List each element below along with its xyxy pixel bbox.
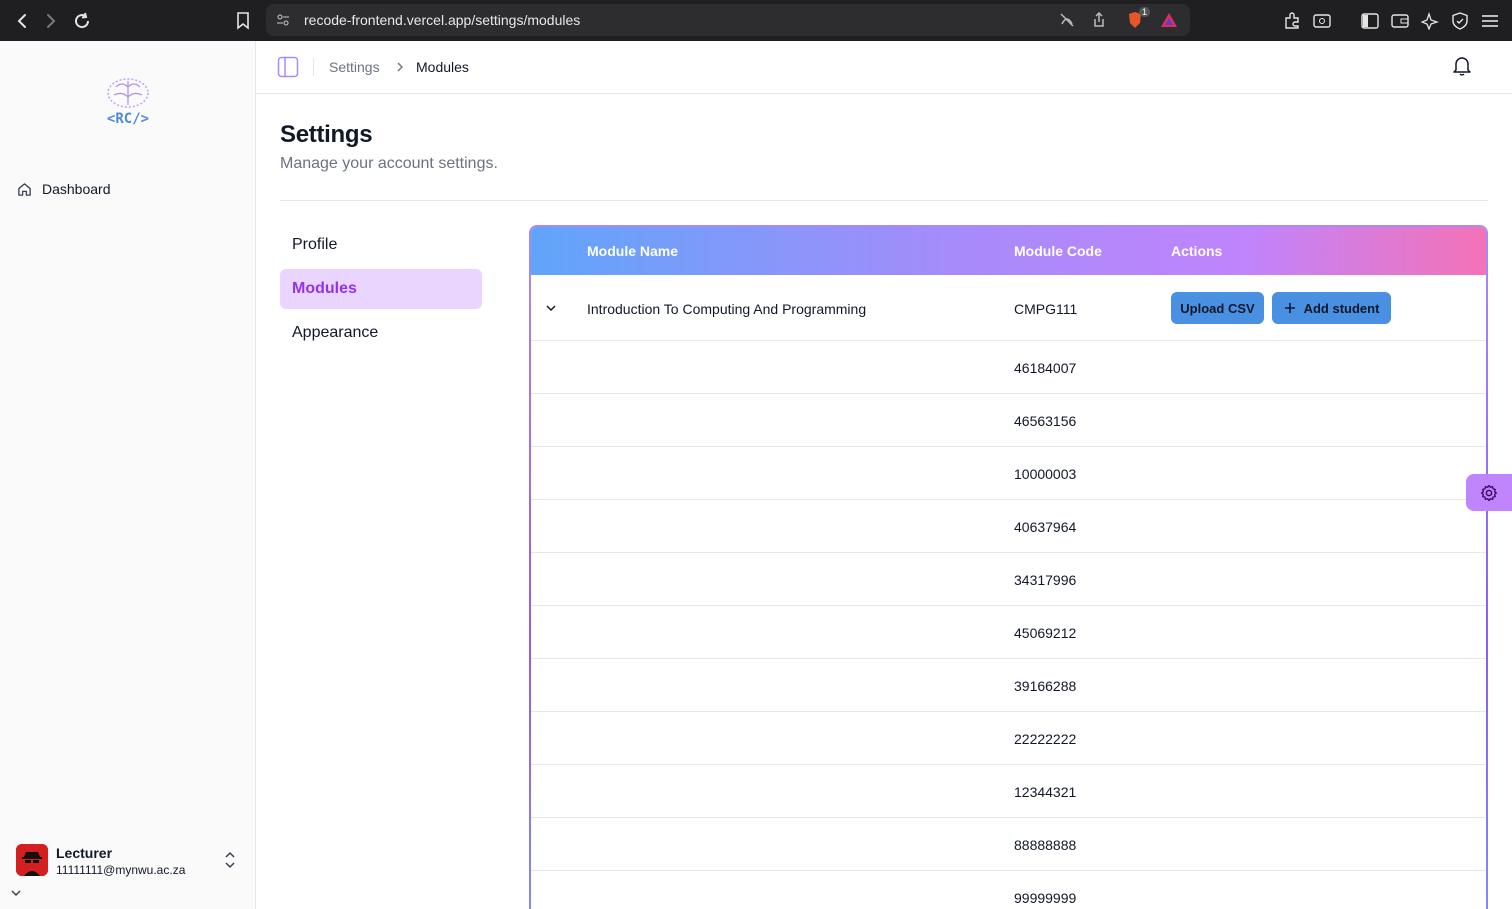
student-number: 88888888 — [1014, 837, 1077, 853]
student-row: 88888888 — [531, 818, 1486, 871]
back-icon[interactable] — [11, 10, 33, 32]
avatar — [16, 844, 48, 876]
student-number: 99999999 — [1014, 890, 1077, 906]
student-row: 12344321 — [531, 765, 1486, 818]
app-header: Settings Modules — [256, 41, 1512, 94]
student-number: 45069212 — [1014, 625, 1077, 641]
leo-ai-icon[interactable] — [1419, 10, 1441, 32]
breadcrumb-settings[interactable]: Settings — [329, 59, 380, 75]
student-number: 10000003 — [1014, 466, 1077, 482]
wallet-icon[interactable] — [1389, 10, 1411, 32]
bookmark-icon[interactable] — [232, 10, 254, 32]
student-row: 22222222 — [531, 712, 1486, 765]
modules-table: Module Name Module Code Actions Introduc… — [529, 225, 1488, 909]
app-logo[interactable]: <RC/> — [96, 77, 160, 129]
student-row: 99999999 — [531, 871, 1486, 909]
browser-toolbar: recode-frontend.vercel.app/settings/modu… — [0, 0, 1512, 41]
reload-icon[interactable] — [71, 10, 93, 32]
student-number: 40637964 — [1014, 519, 1077, 535]
chevron-down-icon[interactable] — [9, 886, 23, 900]
add-student-label: Add student — [1303, 300, 1380, 316]
shields-badge: 1 — [1139, 7, 1151, 17]
user-email: 11111111@mynwu.ac.za — [56, 863, 186, 877]
page-title: Settings — [280, 121, 373, 148]
bell-icon[interactable] — [1451, 54, 1473, 76]
reader-mode-icon[interactable] — [1058, 11, 1076, 29]
upload-csv-label: Upload CSV — [1180, 300, 1255, 316]
sidebar-item-dashboard[interactable]: Dashboard — [8, 174, 246, 204]
settings-tab-appearance[interactable]: Appearance — [280, 313, 482, 353]
student-row: 40637964 — [531, 500, 1486, 553]
settings-tab-profile[interactable]: Profile — [280, 225, 482, 265]
student-row: 45069212 — [531, 606, 1486, 659]
sidebar-toggle-icon[interactable] — [1359, 10, 1381, 32]
student-number: 22222222 — [1014, 731, 1077, 747]
tab-search-icon[interactable] — [1311, 10, 1333, 32]
table-row[interactable]: Introduction To Computing And Programmin… — [531, 275, 1486, 341]
plus-icon — [1284, 303, 1295, 313]
extensions-icon[interactable] — [1281, 10, 1303, 32]
student-row: 39166288 — [531, 659, 1486, 712]
column-header-module-name: Module Name — [587, 243, 679, 259]
student-number: 34317996 — [1014, 572, 1077, 588]
panel-toggle-icon[interactable] — [277, 56, 299, 78]
page-subtitle: Manage your account settings. — [280, 155, 498, 172]
settings-nav: Profile Modules Appearance — [280, 225, 482, 357]
logo-text: <RC/> — [107, 111, 149, 127]
sidebar-item-label: Dashboard — [42, 181, 111, 197]
home-icon — [18, 182, 31, 196]
chevron-down-icon[interactable] — [544, 301, 558, 315]
student-number: 12344321 — [1014, 784, 1077, 800]
app-sidebar: <RC/> Dashboard Lecturer 11111111@mynwu.… — [0, 41, 256, 909]
share-icon[interactable] — [1090, 11, 1108, 29]
student-number: 46563156 — [1014, 413, 1077, 429]
floating-settings-button[interactable] — [1466, 474, 1512, 511]
url-text[interactable]: recode-frontend.vercel.app/settings/modu… — [304, 12, 580, 28]
header-divider — [313, 58, 314, 76]
student-row: 34317996 — [531, 553, 1486, 606]
user-menu[interactable]: Lecturer 11111111@mynwu.ac.za — [16, 841, 242, 881]
student-row: 10000003 — [531, 447, 1486, 500]
column-header-module-code: Module Code — [1014, 243, 1102, 259]
chevron-right-icon — [397, 62, 403, 72]
student-row: 46563156 — [531, 394, 1486, 447]
breadcrumb-modules: Modules — [416, 59, 469, 75]
menu-icon[interactable] — [1479, 10, 1501, 32]
student-number: 39166288 — [1014, 678, 1077, 694]
forward-icon[interactable] — [40, 10, 62, 32]
address-bar[interactable]: recode-frontend.vercel.app/settings/modu… — [266, 4, 1190, 36]
add-student-button[interactable]: Add student — [1272, 292, 1391, 324]
module-code: CMPG111 — [1014, 301, 1078, 317]
site-settings-icon[interactable] — [274, 11, 292, 29]
user-name: Lecturer — [56, 845, 113, 861]
gear-icon — [1480, 484, 1498, 501]
student-row: 46184007 — [531, 341, 1486, 394]
vpn-shield-icon[interactable] — [1449, 10, 1471, 32]
brave-rewards-icon[interactable] — [1160, 11, 1178, 29]
table-header: Module Name Module Code Actions — [531, 227, 1486, 275]
module-name: Introduction To Computing And Programmin… — [587, 301, 867, 317]
student-number: 46184007 — [1014, 360, 1077, 376]
settings-tab-modules[interactable]: Modules — [280, 269, 482, 309]
upload-csv-button[interactable]: Upload CSV — [1171, 292, 1264, 324]
chevrons-up-down-icon[interactable] — [222, 851, 238, 869]
column-header-actions: Actions — [1171, 243, 1223, 259]
section-divider — [280, 200, 1488, 201]
